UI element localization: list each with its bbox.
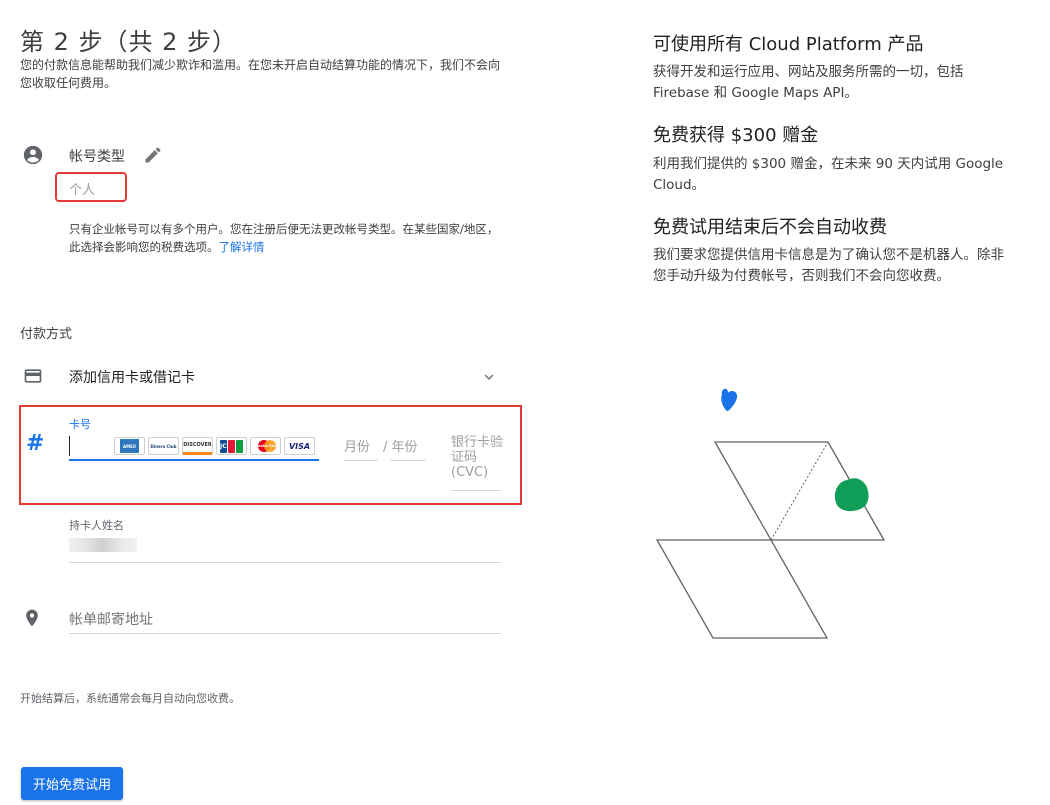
- green-blob-shape: [834, 478, 869, 512]
- page-title: 第 2 步（共 2 步）: [20, 28, 238, 56]
- mastercard-icon: MasterCard: [250, 437, 281, 455]
- intro-text: 您的付款信息能帮助我们减少欺诈和滥用。在您未开启自动结算功能的情况下，我们不会向…: [20, 58, 501, 90]
- benefit-text-2: 利用我们提供的 $300 赠金，在未来 90 天内试用 Google Cloud…: [653, 156, 1004, 193]
- payment-section-title: 付款方式: [20, 327, 73, 342]
- cvc-underline: [451, 490, 501, 491]
- credit-card-icon: [24, 369, 42, 383]
- account-type-note: 只有企业帐号可以有多个用户。您在注册后便无法更改帐号类型。在某些国家/地区，此选…: [69, 220, 499, 256]
- amex-icon: AMEX: [114, 437, 145, 455]
- start-free-trial-button[interactable]: 开始免费试用: [21, 767, 123, 800]
- jcb-mark: JCB: [220, 439, 231, 453]
- address-underline: [69, 633, 501, 634]
- expiry-month-input[interactable]: 月份: [344, 436, 370, 455]
- blue-drop-shape: [721, 388, 738, 412]
- jcb-icon: JCB: [216, 437, 247, 455]
- diners-club-icon: Diners Club: [148, 437, 179, 455]
- discover-icon: DISCOVER: [182, 437, 213, 455]
- text-caret: [69, 436, 70, 456]
- cvc-input[interactable]: 银行卡验证码 (CVC): [451, 435, 503, 480]
- card-number-label: 卡号: [69, 418, 91, 431]
- mastercard-mark: MasterCard: [255, 444, 278, 448]
- cardholder-name-label: 持卡人姓名: [69, 519, 124, 532]
- year-underline: [390, 460, 426, 461]
- benefit-title-2: 免费获得 $300 赠金: [653, 125, 819, 146]
- visa-icon: VISA: [284, 437, 315, 455]
- add-card-selector[interactable]: 添加信用卡或借记卡: [69, 367, 195, 387]
- account-note-text: 只有企业帐号可以有多个用户。您在注册后便无法更改帐号类型。在某些国家/地区，此选…: [69, 222, 499, 254]
- account-circle-icon: [23, 145, 43, 165]
- amex-mark: AMEX: [120, 439, 139, 453]
- dotted-diagonal: [770, 441, 829, 541]
- trial-illustration: [655, 388, 886, 639]
- billing-footer-note: 开始结算后，系统通常会每月自动向您收费。: [20, 692, 240, 705]
- account-type-label: 帐号类型: [69, 149, 125, 165]
- benefit-title-1: 可使用所有 Cloud Platform 产品: [653, 34, 924, 55]
- month-underline: [344, 460, 378, 461]
- location-pin-icon: [26, 609, 38, 627]
- benefit-text-1: 获得开发和运行应用、网站及服务所需的一切，包括 Firebase 和 Googl…: [653, 64, 964, 101]
- benefit-title-3: 免费试用结束后不会自动收费: [653, 217, 887, 238]
- learn-more-link[interactable]: 了解详情: [219, 240, 265, 254]
- hash-icon: #: [26, 431, 45, 456]
- cardholder-name-input[interactable]: [69, 538, 137, 552]
- lower-rhombus: [655, 539, 829, 639]
- edit-pencil-icon[interactable]: [143, 145, 163, 165]
- holder-underline: [69, 562, 501, 563]
- chevron-down-icon[interactable]: [480, 368, 498, 386]
- benefit-text-3: 我们要求您提供信用卡信息是为了确认您不是机器人。除非您手动升级为付费帐号，否则我…: [653, 247, 1004, 284]
- expiry-year-input[interactable]: / 年份: [383, 436, 418, 455]
- account-type-value[interactable]: 个人: [69, 179, 95, 198]
- billing-address-input[interactable]: 帐单邮寄地址: [69, 609, 153, 629]
